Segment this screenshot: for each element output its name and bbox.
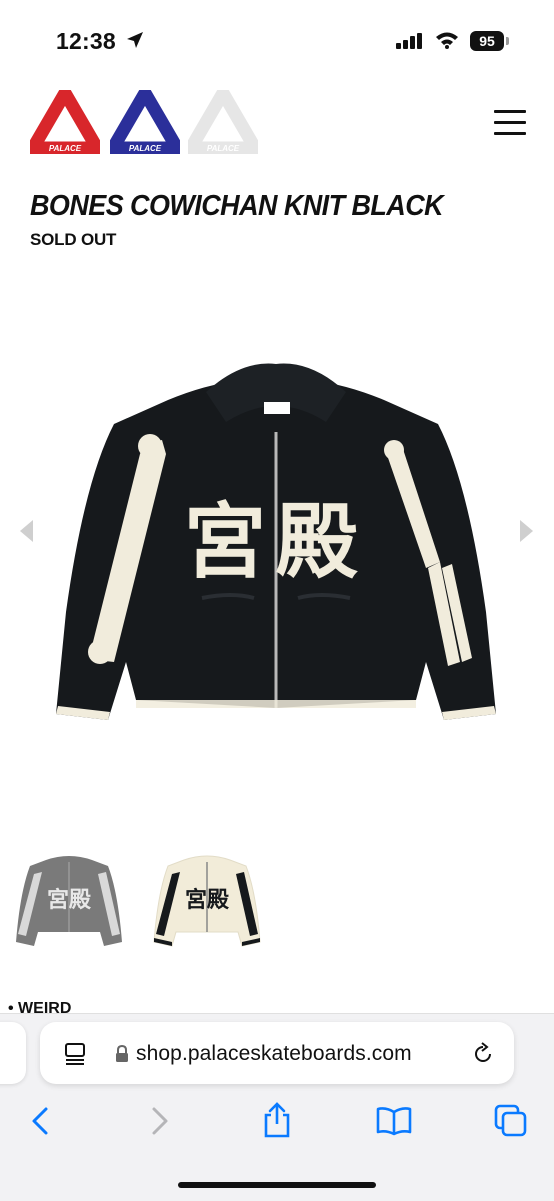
- next-image-arrow-icon[interactable]: [520, 520, 533, 542]
- palace-logo-white-text: PALACE: [207, 144, 240, 153]
- product-title: BONES COWICHAN KNIT BLACK: [30, 190, 444, 222]
- sold-out-status: SOLD OUT: [30, 230, 117, 249]
- palace-logo-blue[interactable]: PALACE: [110, 90, 180, 154]
- product-kanji-text: 宮殿: [184, 495, 368, 590]
- hamburger-menu-icon[interactable]: [494, 110, 526, 143]
- cellular-signal-icon: [396, 33, 422, 49]
- thumb-cream-kanji: 宮殿: [185, 887, 230, 913]
- palace-logo-white[interactable]: PALACE: [188, 90, 258, 154]
- back-icon[interactable]: [30, 1106, 50, 1136]
- reload-icon[interactable]: [471, 1042, 495, 1066]
- thumbnail-grey-knit[interactable]: 宮殿: [12, 852, 126, 948]
- palace-logo-red[interactable]: PALACE: [30, 90, 100, 154]
- palace-logo-red-text: PALACE: [49, 144, 82, 153]
- battery-indicator: 95: [470, 31, 504, 51]
- wifi-icon: [436, 32, 458, 49]
- location-arrow-icon: [127, 32, 143, 48]
- tabs-icon[interactable]: [494, 1104, 528, 1138]
- thumb-grey-kanji: 宮殿: [47, 887, 92, 913]
- lock-icon: [116, 1045, 128, 1062]
- share-icon[interactable]: [262, 1102, 292, 1138]
- battery-tip: [506, 37, 509, 45]
- thumbnail-cream-knit[interactable]: 宮殿: [150, 852, 264, 948]
- bookmarks-icon[interactable]: [376, 1106, 412, 1136]
- reader-icon[interactable]: [64, 1042, 86, 1066]
- forward-icon[interactable]: [150, 1106, 170, 1136]
- palace-logo-blue-text: PALACE: [129, 144, 162, 153]
- url-text[interactable]: shop.palaceskateboards.com: [136, 1042, 412, 1066]
- status-time: 12:38: [56, 28, 116, 54]
- product-main-image[interactable]: 宮殿: [56, 362, 496, 724]
- previous-tab-peek[interactable]: [0, 1022, 26, 1084]
- prev-image-arrow-icon[interactable]: [20, 520, 33, 542]
- home-indicator[interactable]: [178, 1182, 376, 1188]
